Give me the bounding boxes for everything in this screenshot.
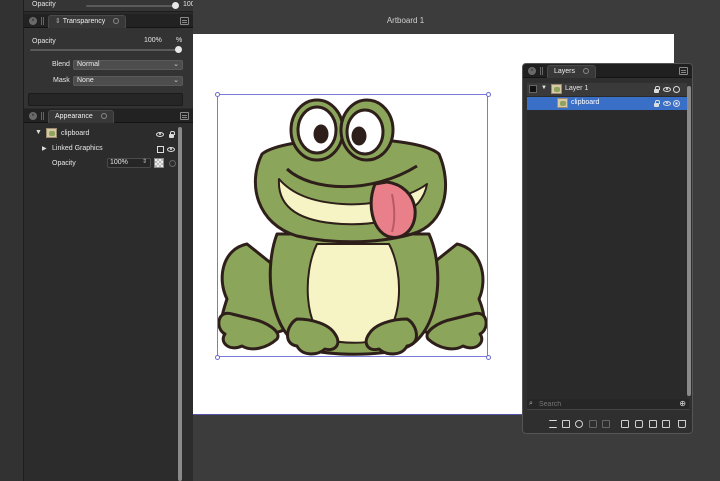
mask-label: Mask	[53, 77, 70, 84]
stepper-icon[interactable]: ⇕	[142, 158, 147, 165]
opacity-label: Opacity	[52, 160, 76, 167]
zoom-icon[interactable]: ⊕	[679, 399, 686, 408]
tab-layers[interactable]: Layers	[547, 65, 596, 78]
panel-grip-icon[interactable]	[41, 17, 44, 25]
disclosure-triangle-icon[interactable]: ▼	[541, 85, 547, 91]
mask-select[interactable]: None ⌄	[73, 76, 183, 86]
add-item-icon[interactable]	[662, 420, 670, 428]
disclosure-triangle-icon[interactable]: ▶	[42, 145, 47, 152]
target-circle-icon[interactable]	[169, 160, 176, 167]
disclosure-triangle-icon[interactable]: ▼	[35, 129, 42, 136]
blend-mode-value: Normal	[77, 61, 100, 68]
tab-appearance[interactable]: Appearance	[48, 110, 114, 123]
clipboard-thumbnail	[46, 128, 57, 138]
search-icon: ⌕	[529, 400, 533, 407]
panel-menu-icon[interactable]	[679, 67, 688, 75]
tab-label: Layers	[554, 68, 576, 75]
opacity-slider-knob[interactable]	[172, 2, 179, 9]
left-toolbar-gutter	[0, 0, 24, 481]
fill-swatch-icon[interactable]	[157, 146, 164, 153]
opacity-value[interactable]: 100%	[144, 37, 162, 44]
blend-mode-select[interactable]: Normal ⌄	[73, 60, 183, 70]
artboard-title: Artboard 1	[386, 16, 425, 25]
tab-reorder-icon: ⇕	[55, 18, 63, 25]
filter-icon[interactable]	[549, 420, 557, 428]
tab-close-icon[interactable]	[100, 113, 107, 119]
resize-handle-bottom-right[interactable]	[486, 355, 491, 360]
opacity-slider-knob[interactable]	[175, 46, 182, 53]
symbol-icon[interactable]	[575, 420, 583, 428]
close-icon[interactable]: ×	[528, 67, 536, 75]
eye-icon[interactable]	[663, 101, 671, 106]
appearance-scrollbar[interactable]	[178, 127, 182, 481]
transparency-swatch-icon[interactable]	[154, 158, 164, 168]
duplicate-icon[interactable]	[562, 420, 570, 428]
layers-panel-header: × Layers	[523, 64, 692, 78]
lock-icon[interactable]	[654, 86, 660, 93]
eye-icon[interactable]	[167, 147, 175, 152]
layers-panel: × Layers ▼ Layer 1 clipboard ⌕ ⊕	[522, 63, 693, 434]
trash-icon[interactable]	[678, 420, 686, 428]
transparency-panel-body: Opacity 100% % Blend Normal ⌄ Mask None …	[24, 28, 193, 108]
panel-menu-icon[interactable]	[180, 17, 189, 25]
opacity-value: 100%	[110, 159, 128, 166]
opacity-label: Opacity	[32, 38, 56, 45]
layer-thumbnail	[551, 84, 562, 94]
prev-panel-opacity-strip: Opacity 100%	[24, 0, 201, 12]
tab-label: Transparency	[62, 18, 106, 25]
layers-list: ▼ Layer 1 clipboard	[527, 83, 687, 407]
opacity-label: Opacity	[32, 1, 56, 8]
appearance-panel-body: ▼ clipboard ▶ Linked Graphics Opacity 10…	[24, 123, 193, 481]
opacity-slider-track[interactable]	[86, 5, 176, 7]
layer-name: clipboard	[571, 99, 600, 106]
layer-thumbnail	[557, 98, 568, 108]
group-icon[interactable]	[589, 420, 597, 428]
tab-transparency[interactable]: ⇕ Transparency	[48, 15, 127, 28]
mask-value: None	[77, 77, 94, 84]
close-icon[interactable]: ×	[29, 17, 37, 25]
layer-color-swatch[interactable]	[529, 85, 537, 93]
layer-row-layer1[interactable]: ▼ Layer 1	[527, 83, 687, 96]
opacity-unit: %	[176, 37, 183, 44]
blend-label: Blend	[52, 61, 70, 68]
resize-handle-top-right[interactable]	[486, 92, 491, 97]
object-name: clipboard	[61, 130, 90, 137]
target-circle-icon[interactable]	[673, 100, 680, 107]
panel-grip-icon[interactable]	[41, 112, 44, 120]
layers-scrollbar[interactable]	[687, 86, 691, 396]
transparency-panel-header: × ⇕ Transparency	[24, 14, 193, 28]
layer-name: Layer 1	[565, 85, 589, 92]
eye-icon[interactable]	[156, 132, 164, 137]
layers-search-input[interactable]	[539, 400, 669, 408]
opacity-slider-track[interactable]	[30, 49, 178, 51]
chevron-down-icon: ⌄	[173, 77, 179, 84]
tab-label: Appearance	[55, 113, 93, 120]
layers-search-bar[interactable]: ⌕ ⊕	[527, 399, 689, 410]
resize-handle-top-left[interactable]	[215, 92, 220, 97]
panel-grip-icon[interactable]	[540, 67, 543, 75]
panel-menu-icon[interactable]	[180, 112, 189, 120]
linked-graphics-label: Linked Graphics	[52, 145, 103, 152]
tab-close-icon[interactable]	[113, 18, 120, 24]
layer-row-clipboard[interactable]: clipboard	[527, 97, 687, 110]
tab-close-icon[interactable]	[582, 68, 589, 74]
layers-toolbar	[523, 416, 692, 432]
lock-icon[interactable]	[169, 131, 175, 138]
ungroup-icon[interactable]	[602, 420, 610, 428]
target-circle-icon[interactable]	[673, 86, 680, 93]
mask-icon[interactable]	[621, 420, 629, 428]
transparency-empty-field	[28, 93, 183, 106]
eye-icon[interactable]	[663, 87, 671, 92]
resize-handle-bottom-left[interactable]	[215, 355, 220, 360]
selection-bounding-box[interactable]	[217, 94, 488, 357]
chevron-down-icon: ⌄	[173, 61, 179, 68]
close-icon[interactable]: ×	[29, 112, 37, 120]
camera-icon[interactable]	[635, 420, 643, 428]
appearance-panel-header: × Appearance	[24, 109, 193, 123]
new-layer-icon[interactable]	[649, 420, 657, 428]
lock-icon[interactable]	[654, 100, 660, 107]
